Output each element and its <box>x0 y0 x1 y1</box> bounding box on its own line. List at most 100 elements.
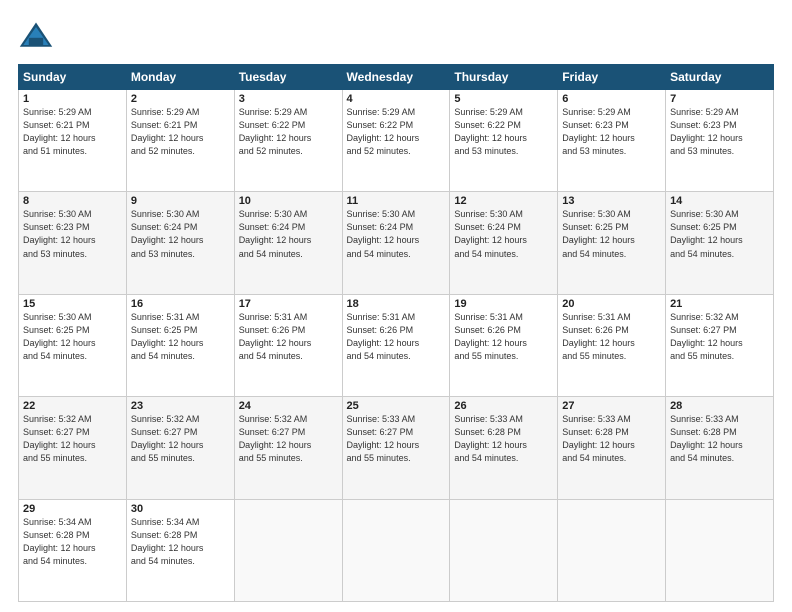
cell-info: Sunrise: 5:30 AMSunset: 6:25 PMDaylight:… <box>670 208 769 260</box>
day-number: 11 <box>347 195 446 207</box>
day-number: 22 <box>23 400 122 412</box>
cell-info: Sunrise: 5:32 AMSunset: 6:27 PMDaylight:… <box>23 413 122 465</box>
cell-info: Sunrise: 5:32 AMSunset: 6:27 PMDaylight:… <box>670 311 769 363</box>
calendar-header-row: SundayMondayTuesdayWednesdayThursdayFrid… <box>19 65 774 90</box>
calendar-week-row: 8Sunrise: 5:30 AMSunset: 6:23 PMDaylight… <box>19 192 774 294</box>
calendar-cell <box>666 499 774 601</box>
cell-info: Sunrise: 5:30 AMSunset: 6:25 PMDaylight:… <box>23 311 122 363</box>
cell-info: Sunrise: 5:29 AMSunset: 6:21 PMDaylight:… <box>23 106 122 158</box>
cell-info: Sunrise: 5:29 AMSunset: 6:22 PMDaylight:… <box>347 106 446 158</box>
calendar-cell: 16Sunrise: 5:31 AMSunset: 6:25 PMDayligh… <box>126 294 234 396</box>
calendar-cell: 5Sunrise: 5:29 AMSunset: 6:22 PMDaylight… <box>450 90 558 192</box>
calendar-cell: 3Sunrise: 5:29 AMSunset: 6:22 PMDaylight… <box>234 90 342 192</box>
day-number: 10 <box>239 195 338 207</box>
cell-info: Sunrise: 5:31 AMSunset: 6:26 PMDaylight:… <box>347 311 446 363</box>
calendar-cell: 1Sunrise: 5:29 AMSunset: 6:21 PMDaylight… <box>19 90 127 192</box>
cell-info: Sunrise: 5:32 AMSunset: 6:27 PMDaylight:… <box>131 413 230 465</box>
calendar-cell: 7Sunrise: 5:29 AMSunset: 6:23 PMDaylight… <box>666 90 774 192</box>
day-number: 7 <box>670 93 769 105</box>
day-number: 17 <box>239 298 338 310</box>
day-number: 12 <box>454 195 553 207</box>
cell-info: Sunrise: 5:31 AMSunset: 6:26 PMDaylight:… <box>454 311 553 363</box>
day-number: 1 <box>23 93 122 105</box>
calendar-cell: 30Sunrise: 5:34 AMSunset: 6:28 PMDayligh… <box>126 499 234 601</box>
calendar-cell: 28Sunrise: 5:33 AMSunset: 6:28 PMDayligh… <box>666 397 774 499</box>
day-number: 20 <box>562 298 661 310</box>
calendar-cell: 24Sunrise: 5:32 AMSunset: 6:27 PMDayligh… <box>234 397 342 499</box>
weekday-header: Wednesday <box>342 65 450 90</box>
cell-info: Sunrise: 5:29 AMSunset: 6:23 PMDaylight:… <box>670 106 769 158</box>
calendar-cell <box>450 499 558 601</box>
calendar-cell: 15Sunrise: 5:30 AMSunset: 6:25 PMDayligh… <box>19 294 127 396</box>
weekday-header: Friday <box>558 65 666 90</box>
calendar-cell: 19Sunrise: 5:31 AMSunset: 6:26 PMDayligh… <box>450 294 558 396</box>
cell-info: Sunrise: 5:34 AMSunset: 6:28 PMDaylight:… <box>131 516 230 568</box>
calendar-cell: 4Sunrise: 5:29 AMSunset: 6:22 PMDaylight… <box>342 90 450 192</box>
day-number: 9 <box>131 195 230 207</box>
calendar-cell: 27Sunrise: 5:33 AMSunset: 6:28 PMDayligh… <box>558 397 666 499</box>
cell-info: Sunrise: 5:32 AMSunset: 6:27 PMDaylight:… <box>239 413 338 465</box>
calendar-week-row: 22Sunrise: 5:32 AMSunset: 6:27 PMDayligh… <box>19 397 774 499</box>
weekday-header: Sunday <box>19 65 127 90</box>
calendar-cell: 9Sunrise: 5:30 AMSunset: 6:24 PMDaylight… <box>126 192 234 294</box>
calendar-cell: 26Sunrise: 5:33 AMSunset: 6:28 PMDayligh… <box>450 397 558 499</box>
cell-info: Sunrise: 5:33 AMSunset: 6:28 PMDaylight:… <box>670 413 769 465</box>
calendar-cell: 10Sunrise: 5:30 AMSunset: 6:24 PMDayligh… <box>234 192 342 294</box>
day-number: 30 <box>131 503 230 515</box>
day-number: 18 <box>347 298 446 310</box>
calendar-cell: 8Sunrise: 5:30 AMSunset: 6:23 PMDaylight… <box>19 192 127 294</box>
day-number: 28 <box>670 400 769 412</box>
cell-info: Sunrise: 5:33 AMSunset: 6:27 PMDaylight:… <box>347 413 446 465</box>
calendar-cell: 20Sunrise: 5:31 AMSunset: 6:26 PMDayligh… <box>558 294 666 396</box>
weekday-header: Tuesday <box>234 65 342 90</box>
day-number: 29 <box>23 503 122 515</box>
cell-info: Sunrise: 5:30 AMSunset: 6:23 PMDaylight:… <box>23 208 122 260</box>
calendar-cell: 29Sunrise: 5:34 AMSunset: 6:28 PMDayligh… <box>19 499 127 601</box>
day-number: 8 <box>23 195 122 207</box>
day-number: 4 <box>347 93 446 105</box>
page: SundayMondayTuesdayWednesdayThursdayFrid… <box>0 0 792 612</box>
calendar-cell: 6Sunrise: 5:29 AMSunset: 6:23 PMDaylight… <box>558 90 666 192</box>
cell-info: Sunrise: 5:30 AMSunset: 6:24 PMDaylight:… <box>131 208 230 260</box>
day-number: 5 <box>454 93 553 105</box>
day-number: 15 <box>23 298 122 310</box>
weekday-header: Saturday <box>666 65 774 90</box>
calendar-cell: 11Sunrise: 5:30 AMSunset: 6:24 PMDayligh… <box>342 192 450 294</box>
day-number: 27 <box>562 400 661 412</box>
day-number: 6 <box>562 93 661 105</box>
calendar-cell: 22Sunrise: 5:32 AMSunset: 6:27 PMDayligh… <box>19 397 127 499</box>
day-number: 16 <box>131 298 230 310</box>
cell-info: Sunrise: 5:29 AMSunset: 6:22 PMDaylight:… <box>239 106 338 158</box>
calendar-cell <box>234 499 342 601</box>
calendar-cell: 14Sunrise: 5:30 AMSunset: 6:25 PMDayligh… <box>666 192 774 294</box>
cell-info: Sunrise: 5:29 AMSunset: 6:21 PMDaylight:… <box>131 106 230 158</box>
calendar-table: SundayMondayTuesdayWednesdayThursdayFrid… <box>18 64 774 602</box>
cell-info: Sunrise: 5:31 AMSunset: 6:26 PMDaylight:… <box>562 311 661 363</box>
calendar-cell: 18Sunrise: 5:31 AMSunset: 6:26 PMDayligh… <box>342 294 450 396</box>
calendar-week-row: 15Sunrise: 5:30 AMSunset: 6:25 PMDayligh… <box>19 294 774 396</box>
day-number: 21 <box>670 298 769 310</box>
weekday-header: Monday <box>126 65 234 90</box>
day-number: 13 <box>562 195 661 207</box>
cell-info: Sunrise: 5:30 AMSunset: 6:24 PMDaylight:… <box>347 208 446 260</box>
day-number: 25 <box>347 400 446 412</box>
cell-info: Sunrise: 5:30 AMSunset: 6:25 PMDaylight:… <box>562 208 661 260</box>
cell-info: Sunrise: 5:31 AMSunset: 6:25 PMDaylight:… <box>131 311 230 363</box>
cell-info: Sunrise: 5:30 AMSunset: 6:24 PMDaylight:… <box>239 208 338 260</box>
weekday-header: Thursday <box>450 65 558 90</box>
header <box>18 18 774 54</box>
cell-info: Sunrise: 5:30 AMSunset: 6:24 PMDaylight:… <box>454 208 553 260</box>
calendar-cell: 12Sunrise: 5:30 AMSunset: 6:24 PMDayligh… <box>450 192 558 294</box>
day-number: 14 <box>670 195 769 207</box>
cell-info: Sunrise: 5:34 AMSunset: 6:28 PMDaylight:… <box>23 516 122 568</box>
day-number: 23 <box>131 400 230 412</box>
calendar-cell <box>558 499 666 601</box>
calendar-week-row: 29Sunrise: 5:34 AMSunset: 6:28 PMDayligh… <box>19 499 774 601</box>
calendar-cell: 21Sunrise: 5:32 AMSunset: 6:27 PMDayligh… <box>666 294 774 396</box>
cell-info: Sunrise: 5:33 AMSunset: 6:28 PMDaylight:… <box>454 413 553 465</box>
cell-info: Sunrise: 5:33 AMSunset: 6:28 PMDaylight:… <box>562 413 661 465</box>
logo-icon <box>18 18 54 54</box>
calendar-cell: 17Sunrise: 5:31 AMSunset: 6:26 PMDayligh… <box>234 294 342 396</box>
calendar-cell <box>342 499 450 601</box>
calendar-cell: 13Sunrise: 5:30 AMSunset: 6:25 PMDayligh… <box>558 192 666 294</box>
